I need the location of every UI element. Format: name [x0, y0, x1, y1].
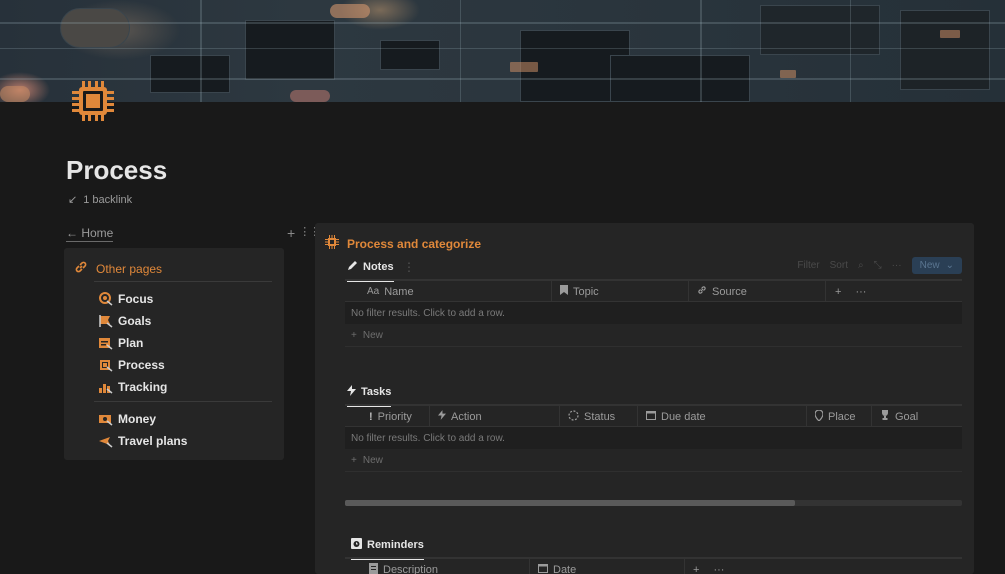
- arrow-down-left-icon: ↙: [68, 194, 78, 206]
- column-actions: + ···: [685, 559, 745, 574]
- new-row-button[interactable]: + New: [345, 449, 962, 472]
- search-icon[interactable]: ⌕: [858, 260, 864, 271]
- column-due-date[interactable]: Due date: [638, 406, 807, 427]
- link-icon: [74, 260, 88, 277]
- goals-icon: [97, 313, 114, 328]
- bolt-icon: [347, 385, 356, 399]
- column-actions: + ···: [827, 281, 887, 302]
- column-source[interactable]: Source: [689, 281, 826, 302]
- callout-heading: Other pages: [96, 261, 163, 276]
- add-column-icon[interactable]: +: [835, 286, 841, 298]
- link-icon: [697, 285, 707, 298]
- money-icon: [97, 411, 114, 426]
- plus-icon: +: [351, 454, 357, 466]
- cpu-icon[interactable]: [70, 79, 116, 123]
- cpu-icon: [325, 235, 339, 252]
- nav-item-plan[interactable]: Plan: [97, 335, 143, 350]
- more-icon[interactable]: ···: [855, 286, 866, 298]
- nav-item-tracking[interactable]: Tracking: [97, 379, 167, 394]
- process-panel: Process and categorize Notes ⋮ Filter So…: [315, 223, 974, 574]
- home-link[interactable]: ← Home: [66, 226, 114, 242]
- tab-more-icon[interactable]: ⋮: [403, 260, 415, 274]
- pencil-icon: [347, 260, 358, 274]
- page-title: Process: [66, 155, 168, 185]
- notes-table: Aa Name Topic Source + ··· No filter res…: [345, 280, 962, 347]
- empty-row[interactable]: No filter results. Click to add a row.: [345, 427, 962, 449]
- backlink-label: 1 backlink: [83, 193, 133, 206]
- new-button[interactable]: New ⌄: [911, 257, 962, 274]
- column-name[interactable]: Aa Name: [345, 281, 552, 302]
- status-icon: [568, 409, 579, 424]
- description-icon: [369, 562, 378, 574]
- column-description[interactable]: Description: [345, 559, 530, 574]
- more-icon[interactable]: ···: [713, 564, 724, 574]
- more-icon[interactable]: ···: [892, 260, 902, 271]
- focus-icon: [97, 291, 114, 306]
- sort-button[interactable]: Sort: [830, 260, 848, 271]
- alarm-icon: [351, 538, 362, 552]
- column-action[interactable]: Action: [430, 406, 560, 427]
- column-goal[interactable]: Goal: [872, 406, 962, 427]
- column-status[interactable]: Status: [560, 406, 638, 427]
- chevron-down-icon: ⌄: [945, 260, 954, 271]
- column-priority[interactable]: ! Priority: [345, 406, 430, 427]
- tasks-table: ! Priority Action Status Due date Place: [345, 405, 962, 472]
- nav-item-money[interactable]: Money: [97, 411, 156, 426]
- new-row-button[interactable]: + New: [345, 324, 962, 347]
- add-block-icon[interactable]: +: [287, 225, 295, 241]
- scrollbar-thumb[interactable]: [345, 500, 796, 506]
- expand-icon[interactable]: ⤡: [874, 260, 882, 271]
- reminders-table: Description Date + ···: [345, 558, 962, 574]
- pin-icon: [814, 408, 824, 424]
- plan-icon: [97, 335, 114, 350]
- panel-heading: Process and categorize: [347, 236, 482, 251]
- nav-item-goals[interactable]: Goals: [97, 313, 151, 328]
- add-column-icon[interactable]: +: [693, 564, 699, 574]
- other-pages-callout: Other pages Focus Goals Plan Process Tra…: [64, 248, 284, 460]
- horizontal-scrollbar[interactable]: [345, 500, 962, 506]
- trophy-icon: [880, 410, 890, 423]
- calendar-icon: [538, 563, 548, 574]
- plus-icon: +: [351, 329, 357, 341]
- empty-row[interactable]: No filter results. Click to add a row.: [345, 302, 962, 324]
- nav-item-focus[interactable]: Focus: [97, 291, 153, 306]
- exclamation-icon: !: [369, 410, 373, 423]
- text-icon: Aa: [367, 286, 380, 297]
- backlink[interactable]: ↙ 1 backlink: [68, 193, 133, 207]
- travel-plans-icon: [97, 433, 114, 448]
- filter-button[interactable]: Filter: [797, 260, 819, 271]
- bolt-icon: [438, 410, 446, 423]
- tracking-icon: [97, 379, 114, 394]
- calendar-icon: [646, 410, 656, 423]
- nav-item-travel-plans[interactable]: Travel plans: [97, 433, 187, 448]
- column-topic[interactable]: Topic: [552, 281, 689, 302]
- column-place[interactable]: Place: [807, 406, 872, 427]
- nav-item-process[interactable]: Process: [97, 357, 165, 372]
- bookmark-icon: [560, 285, 568, 298]
- column-date[interactable]: Date: [530, 559, 685, 574]
- cover-image: [0, 0, 1005, 102]
- process-icon: [97, 357, 114, 372]
